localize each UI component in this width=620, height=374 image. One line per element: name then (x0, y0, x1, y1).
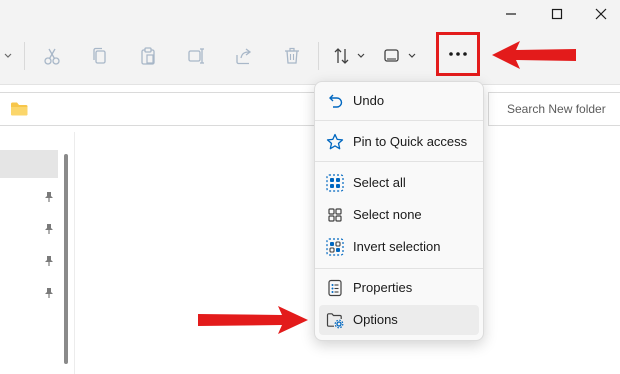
rename-icon (188, 48, 204, 64)
properties-icon (328, 279, 342, 297)
title-bar (0, 0, 620, 28)
annotation-arrow-more (492, 41, 576, 69)
delete-icon (285, 47, 299, 64)
menu-item-options[interactable]: Options (319, 305, 479, 335)
pin-icon (45, 288, 53, 298)
copy-button[interactable] (86, 42, 114, 70)
menu-item-label: Invert selection (353, 239, 441, 254)
star-icon (326, 133, 344, 150)
delete-button[interactable] (278, 42, 306, 70)
menu-item-pin-to-quick-access[interactable]: Pin to Quick access (319, 127, 479, 157)
search-box[interactable]: Search New folder (488, 92, 620, 126)
menu-item-label: Options (353, 312, 398, 327)
pin-icon (45, 192, 53, 202)
new-dropdown-chevron[interactable] (0, 42, 22, 70)
menu-item-label: Pin to Quick access (353, 134, 468, 149)
menu-item-undo[interactable]: Undo (319, 86, 479, 116)
search-input[interactable]: Search New folder (507, 102, 606, 116)
pin-icon (45, 256, 53, 266)
close-icon (595, 8, 607, 20)
copy-icon (93, 47, 106, 64)
annotation-arrow-options (198, 306, 308, 334)
menu-item-select-all[interactable]: Select all (319, 168, 479, 198)
toolbar-divider (24, 42, 25, 70)
view-button[interactable] (380, 42, 420, 70)
minimize-icon (506, 13, 516, 15)
invert-selection-icon (326, 238, 344, 256)
chevron-down-icon (4, 53, 12, 58)
paste-button[interactable] (134, 42, 162, 70)
menu-divider (315, 161, 483, 162)
undo-icon (329, 94, 343, 108)
select-none-icon (328, 208, 342, 222)
menu-item-select-none[interactable]: Select none (319, 200, 479, 230)
menu-item-label: Select none (353, 207, 422, 222)
minimize-button[interactable] (488, 0, 534, 28)
folder-icon (11, 102, 28, 116)
share-icon (236, 48, 252, 65)
view-icon (384, 49, 416, 62)
options-icon (326, 313, 344, 329)
menu-item-label: Select all (353, 175, 406, 190)
close-button[interactable] (578, 0, 620, 28)
cut-button[interactable] (38, 42, 66, 70)
maximize-icon (551, 8, 563, 20)
select-all-icon (326, 174, 344, 192)
menu-item-properties[interactable]: Properties (319, 273, 479, 303)
menu-item-label: Properties (353, 280, 413, 295)
more-options-icon (449, 52, 467, 56)
cut-icon (44, 48, 60, 65)
pin-icon (45, 224, 53, 234)
rename-button[interactable] (182, 42, 210, 70)
menu-item-invert-selection[interactable]: Invert selection (319, 232, 479, 262)
menu-divider (315, 268, 483, 269)
toolbar-divider (318, 42, 319, 70)
maximize-button[interactable] (534, 0, 580, 28)
share-button[interactable] (230, 42, 258, 70)
sort-button[interactable] (330, 42, 370, 70)
nav-item-selected[interactable] (0, 150, 58, 178)
nav-scrollbar[interactable] (64, 154, 68, 364)
paste-icon (141, 47, 155, 65)
sort-icon (334, 48, 365, 64)
more-options-menu: Undo Pin to Quick access Select all Sele… (314, 81, 484, 341)
menu-divider (315, 120, 483, 121)
more-options-button[interactable] (436, 32, 480, 76)
menu-item-label: Undo (353, 93, 385, 108)
